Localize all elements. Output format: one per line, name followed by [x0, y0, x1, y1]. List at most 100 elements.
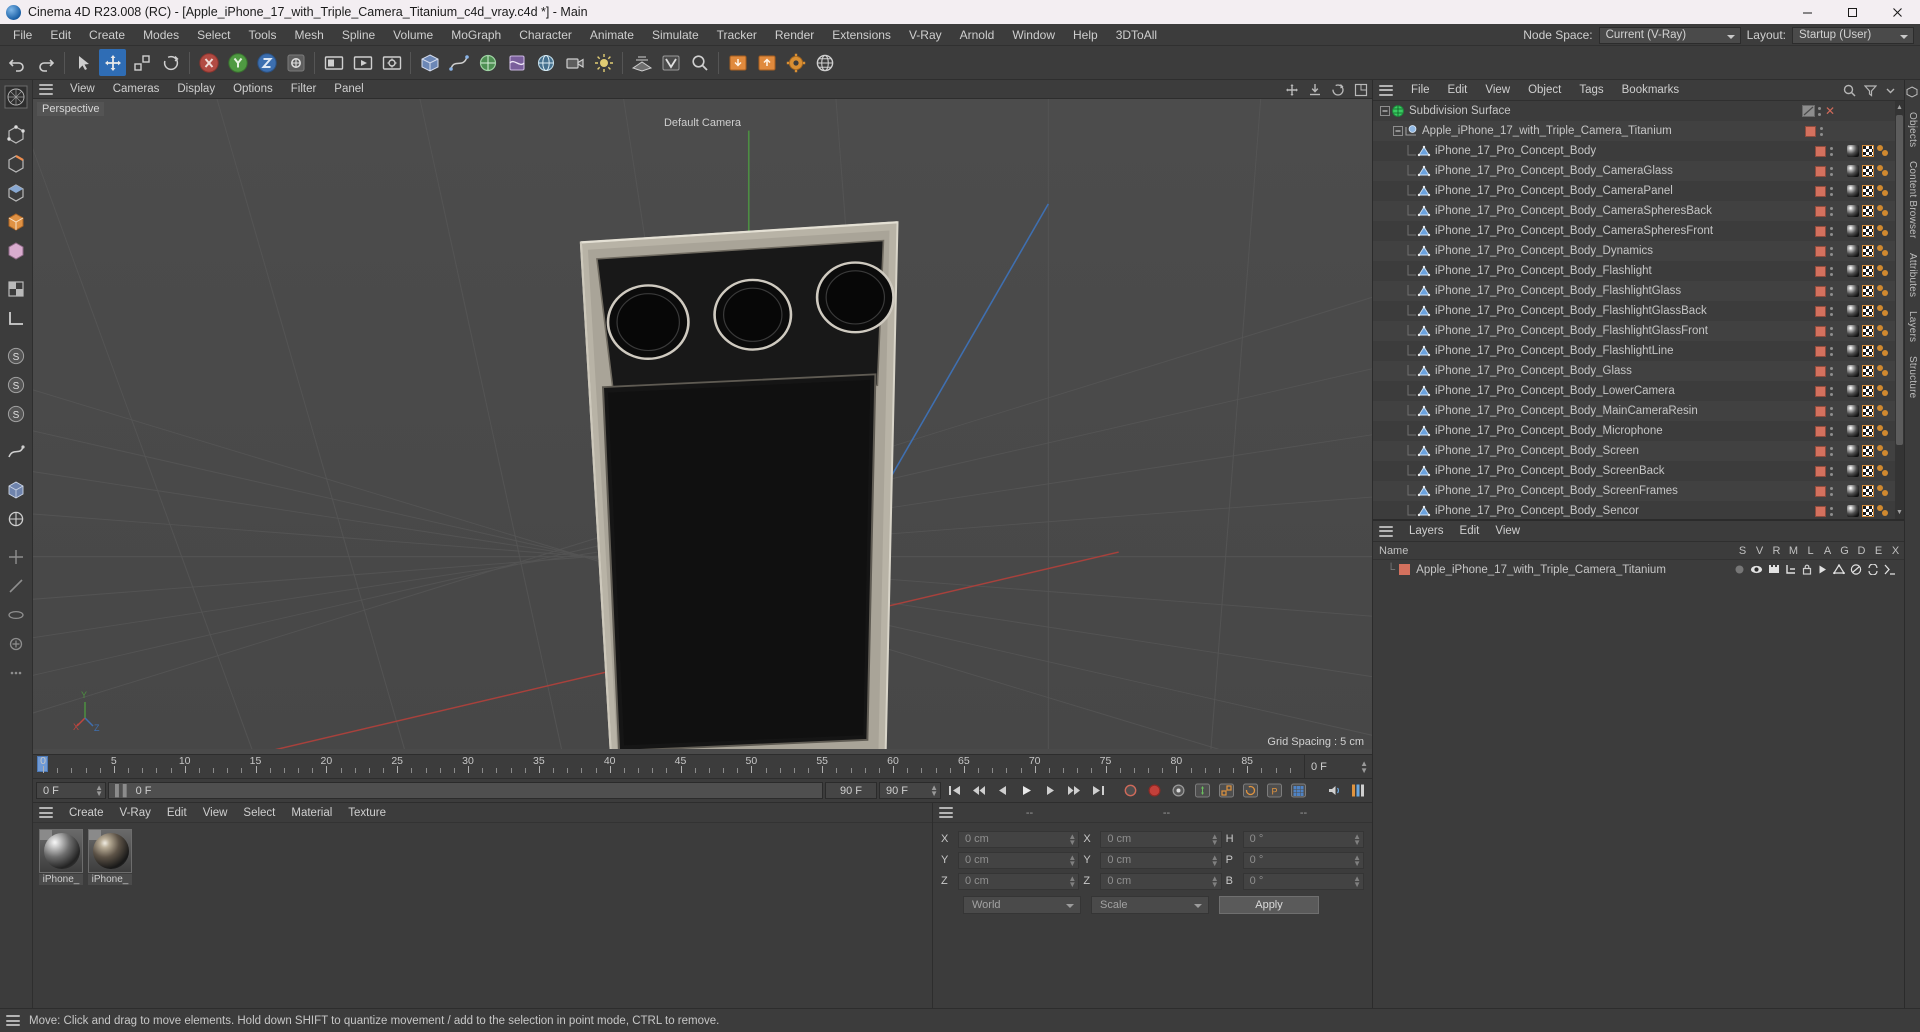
- visibility-dots-icon[interactable]: [1829, 306, 1833, 316]
- add-point-icon[interactable]: [3, 630, 30, 657]
- texture-tag-icon[interactable]: [1862, 285, 1874, 297]
- coordinates-panel-menu-icon[interactable]: [939, 807, 953, 818]
- expand-collapse-icon[interactable]: [1379, 105, 1391, 117]
- coord-rot-b-field[interactable]: 0 ° ▲ ▼: [1242, 872, 1364, 890]
- parameter-key-icon[interactable]: P: [1263, 781, 1285, 801]
- null-object-icon[interactable]: [1404, 124, 1418, 138]
- light-icon[interactable]: [590, 49, 617, 76]
- rotate-tool-icon[interactable]: [157, 49, 184, 76]
- scale-key-icon[interactable]: [1215, 781, 1237, 801]
- polygon-object-icon[interactable]: [1417, 404, 1431, 418]
- import-icon[interactable]: [724, 49, 751, 76]
- coord-rot-p-field[interactable]: 0 ° ▲ ▼: [1242, 851, 1364, 869]
- material-tag-icon[interactable]: [1847, 225, 1859, 237]
- next-frame-icon[interactable]: [1039, 781, 1061, 801]
- move-tool-icon[interactable]: [99, 49, 126, 76]
- object-panel-menu-icon[interactable]: [1379, 84, 1393, 96]
- rotation-key-icon[interactable]: [1239, 781, 1261, 801]
- menu-spline[interactable]: Spline: [333, 24, 384, 46]
- autokeying-icon[interactable]: [1143, 781, 1165, 801]
- visibility-dots-icon[interactable]: [1829, 326, 1833, 336]
- menu-help[interactable]: Help: [1064, 24, 1107, 46]
- object-menu-edit[interactable]: Edit: [1440, 80, 1476, 101]
- texture-mode-icon[interactable]: [3, 275, 30, 302]
- polygon-object-icon[interactable]: [1417, 144, 1431, 158]
- tab-attributes[interactable]: Attributes: [1906, 247, 1919, 303]
- layer-render-icon[interactable]: [1768, 564, 1780, 575]
- visibility-dots-icon[interactable]: [1829, 286, 1833, 296]
- coord-size-y-field[interactable]: 0 cm ▲ ▼: [1100, 851, 1222, 869]
- visibility-dots-icon[interactable]: [1829, 386, 1833, 396]
- material-menu-create[interactable]: Create: [61, 803, 112, 823]
- viewport-3d[interactable]: Perspective Default Camera Grid Spacing …: [33, 99, 1372, 754]
- phong-tag-icon[interactable]: [1877, 225, 1889, 237]
- material-tag-icon[interactable]: [1847, 205, 1859, 217]
- menu-select[interactable]: Select: [188, 24, 239, 46]
- texture-tag-icon[interactable]: [1862, 405, 1874, 417]
- object-tree-row[interactable]: iPhone_17_Pro_Concept_Body_CameraPanel: [1373, 181, 1904, 201]
- layer-tag-icon[interactable]: [1815, 245, 1826, 257]
- spline-pen-icon[interactable]: [445, 49, 472, 76]
- coord-size-z-field[interactable]: 0 cm ▲ ▼: [1100, 872, 1222, 890]
- layer-tag-icon[interactable]: [1815, 225, 1826, 237]
- position-key-icon[interactable]: [1191, 781, 1213, 801]
- material-tag-icon[interactable]: [1847, 285, 1859, 297]
- polygon-object-icon[interactable]: [1417, 504, 1431, 518]
- visibility-dots-icon[interactable]: [1829, 266, 1833, 276]
- polygon-object-icon[interactable]: [1417, 304, 1431, 318]
- redo-icon[interactable]: [32, 49, 59, 76]
- material-menu-view[interactable]: View: [195, 803, 236, 823]
- polygon-object-icon[interactable]: [1417, 324, 1431, 338]
- viewport-menu-display[interactable]: Display: [168, 80, 224, 99]
- coord-pos-x-field[interactable]: 0 cm ▲ ▼: [958, 830, 1080, 848]
- layer-menu-layers[interactable]: Layers: [1401, 521, 1452, 542]
- layer-generator-icon[interactable]: [1833, 564, 1845, 575]
- viewport-menu-options[interactable]: Options: [224, 80, 282, 99]
- object-tree-row[interactable]: iPhone_17_Pro_Concept_Body_FlashlightGla…: [1373, 301, 1904, 321]
- tab-content-browser[interactable]: Content Browser: [1906, 155, 1919, 244]
- pan-view-icon[interactable]: [1285, 83, 1299, 97]
- texture-tag-icon[interactable]: [1862, 245, 1874, 257]
- polygon-object-icon[interactable]: [1417, 344, 1431, 358]
- texture-tag-icon[interactable]: [1862, 365, 1874, 377]
- object-manager-tree[interactable]: Subdivision Surface ✕ Apple_iPhone_17_with…: [1373, 101, 1904, 519]
- texture-tag-icon[interactable]: [1862, 265, 1874, 277]
- phong-tag-icon[interactable]: [1877, 365, 1889, 377]
- phong-tag-icon[interactable]: [1877, 385, 1889, 397]
- visibility-dots-icon[interactable]: [1818, 106, 1822, 116]
- object-tree-row[interactable]: iPhone_17_Pro_Concept_Body_FlashlightGla…: [1373, 321, 1904, 341]
- polygon-object-icon[interactable]: [1417, 164, 1431, 178]
- object-tree-row[interactable]: Subdivision Surface ✕: [1373, 101, 1904, 121]
- range-start-field[interactable]: 90 F: [825, 782, 877, 799]
- layer-tag-icon[interactable]: [1815, 145, 1826, 157]
- layer-tag-icon[interactable]: [1805, 125, 1816, 137]
- object-menu-view[interactable]: View: [1477, 80, 1518, 101]
- layer-visible-icon[interactable]: [1750, 564, 1763, 575]
- object-tree-scroll-thumb[interactable]: [1896, 115, 1903, 445]
- timeline-ruler-bar[interactable]: 051015202530354045505560657075808590 0 F…: [33, 754, 1372, 778]
- visibility-dots-icon[interactable]: [1829, 486, 1833, 496]
- layer-solo-icon[interactable]: [1734, 564, 1745, 575]
- layer-color-swatch[interactable]: [1399, 564, 1411, 575]
- apply-button[interactable]: Apply: [1219, 896, 1319, 914]
- phong-tag-icon[interactable]: [1877, 345, 1889, 357]
- workplane-mode-icon[interactable]: [3, 304, 30, 331]
- timeline-settings-icon[interactable]: [1347, 781, 1369, 801]
- menu-render[interactable]: Render: [766, 24, 823, 46]
- menu-mograph[interactable]: MoGraph: [442, 24, 510, 46]
- frame-scrubber[interactable]: ▌▌ 0 F: [108, 782, 823, 799]
- material-tag-icon[interactable]: [1847, 405, 1859, 417]
- layer-tag-icon[interactable]: [1815, 505, 1826, 517]
- layer-tag-icon[interactable]: [1815, 485, 1826, 497]
- layout-dropdown[interactable]: Startup (User): [1792, 26, 1914, 44]
- tab-objects[interactable]: Objects: [1906, 106, 1919, 153]
- world-object-coordinates-icon[interactable]: [282, 49, 309, 76]
- visibility-dots-icon[interactable]: [1829, 246, 1833, 256]
- point-transform-icon[interactable]: [3, 543, 30, 570]
- edge-transform-icon[interactable]: [3, 572, 30, 599]
- chevron-down-icon[interactable]: [1885, 85, 1896, 96]
- material-swatch[interactable]: iPhone_: [39, 829, 83, 885]
- menu-simulate[interactable]: Simulate: [643, 24, 708, 46]
- phong-tag-icon[interactable]: [1877, 325, 1889, 337]
- maximize-view-icon[interactable]: [1354, 83, 1368, 97]
